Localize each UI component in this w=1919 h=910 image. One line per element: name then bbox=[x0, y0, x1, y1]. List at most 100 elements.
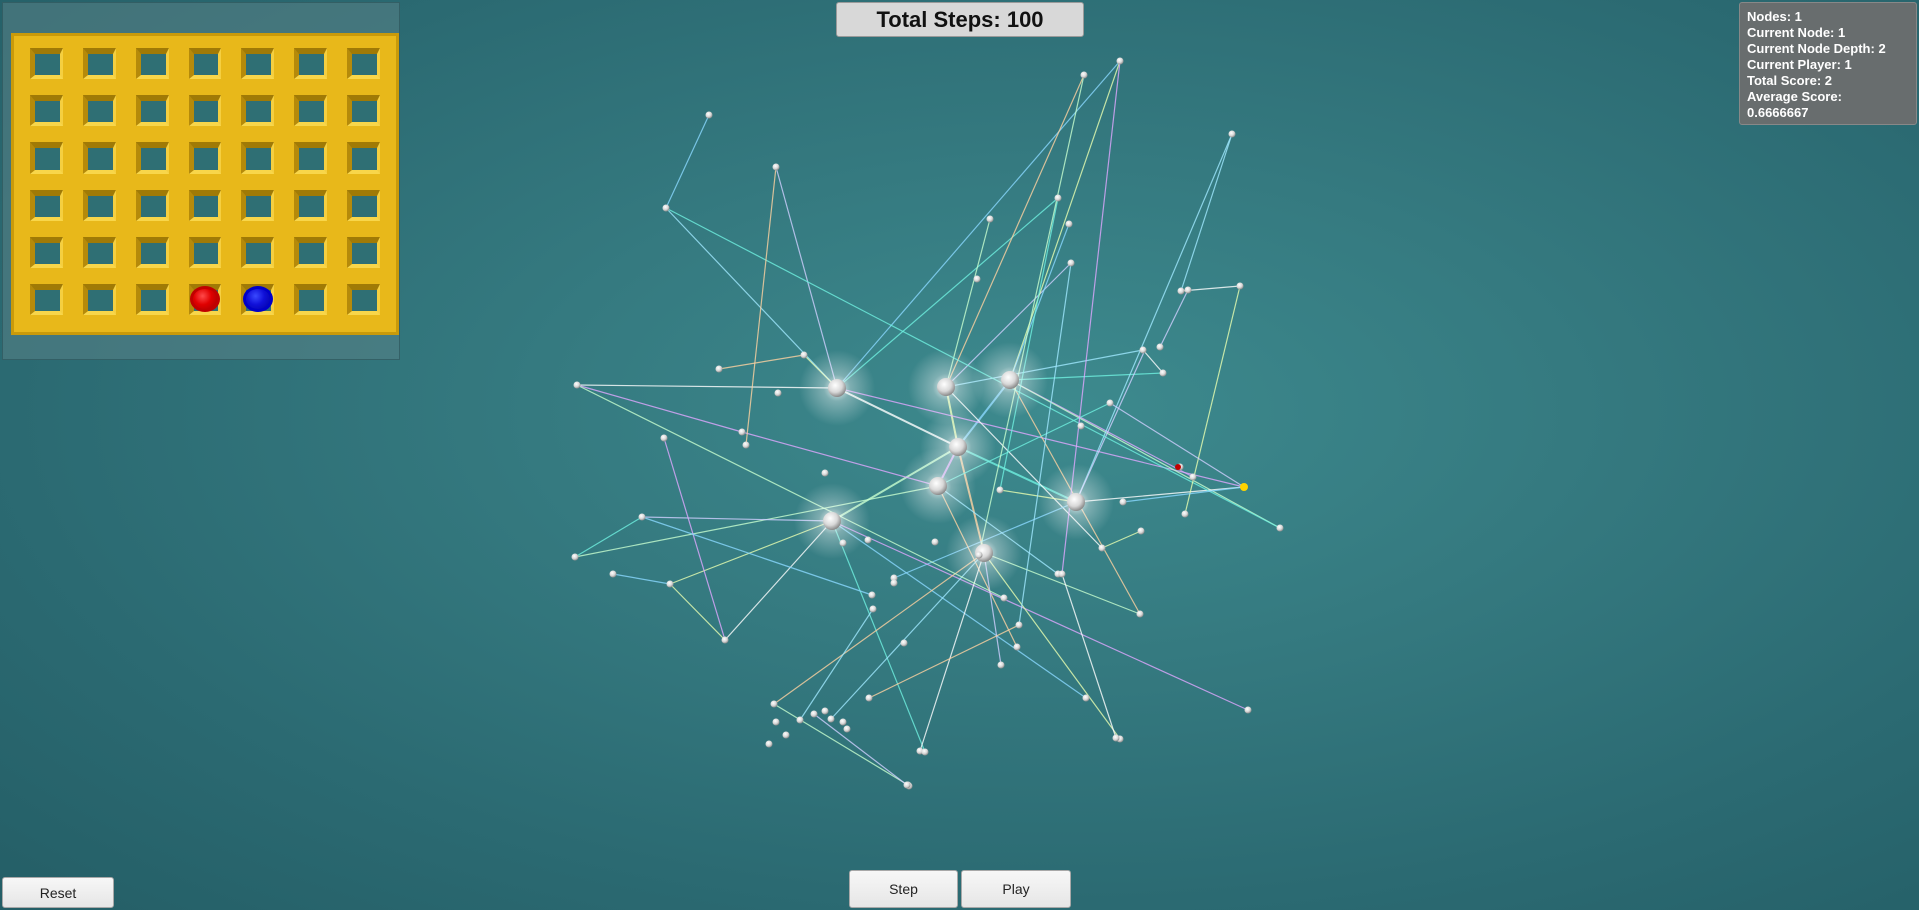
board-cell[interactable] bbox=[231, 183, 284, 230]
tree-node[interactable] bbox=[796, 716, 804, 724]
board-cell[interactable] bbox=[179, 230, 232, 277]
tree-node[interactable] bbox=[929, 477, 947, 495]
tree-node[interactable] bbox=[810, 710, 818, 718]
tree-node[interactable] bbox=[1156, 343, 1164, 351]
red-node-marker[interactable] bbox=[1175, 464, 1181, 470]
board-cell[interactable] bbox=[231, 230, 284, 277]
board-cell[interactable] bbox=[126, 135, 179, 182]
tree-node[interactable] bbox=[996, 486, 1004, 494]
board-cell[interactable] bbox=[284, 277, 337, 324]
reset-button[interactable]: Reset bbox=[2, 877, 114, 908]
tree-node[interactable] bbox=[1159, 369, 1167, 377]
tree-node[interactable] bbox=[1054, 194, 1062, 202]
board-cell[interactable] bbox=[231, 88, 284, 135]
tree-node[interactable] bbox=[1136, 610, 1144, 618]
board-cell[interactable] bbox=[20, 88, 73, 135]
connect-four-board[interactable] bbox=[11, 33, 399, 335]
tree-node[interactable] bbox=[869, 605, 877, 613]
board-cell[interactable] bbox=[126, 88, 179, 135]
tree-node[interactable] bbox=[931, 538, 939, 546]
tree-node[interactable] bbox=[765, 740, 773, 748]
board-cell[interactable] bbox=[20, 230, 73, 277]
board-cell[interactable] bbox=[179, 41, 232, 88]
step-button[interactable]: Step bbox=[849, 870, 958, 908]
tree-node[interactable] bbox=[660, 434, 668, 442]
board-cell[interactable] bbox=[20, 135, 73, 182]
tree-node[interactable] bbox=[662, 204, 670, 212]
tree-node[interactable] bbox=[1189, 473, 1197, 481]
tree-node[interactable] bbox=[890, 579, 898, 587]
board-cell[interactable] bbox=[337, 183, 390, 230]
tree-node[interactable] bbox=[997, 661, 1005, 669]
tree-node[interactable] bbox=[1013, 643, 1021, 651]
tree-node[interactable] bbox=[1119, 498, 1127, 506]
tree-node[interactable] bbox=[1098, 544, 1106, 552]
board-cell[interactable] bbox=[73, 183, 126, 230]
tree-node[interactable] bbox=[609, 570, 617, 578]
tree-node[interactable] bbox=[839, 539, 847, 547]
tree-node[interactable] bbox=[571, 553, 579, 561]
tree-node[interactable] bbox=[823, 512, 841, 530]
board-cell[interactable] bbox=[231, 277, 284, 324]
board-cell[interactable] bbox=[73, 135, 126, 182]
tree-node[interactable] bbox=[738, 428, 746, 436]
board-cell[interactable] bbox=[73, 230, 126, 277]
tree-node[interactable] bbox=[1228, 130, 1236, 138]
board-cell[interactable] bbox=[284, 230, 337, 277]
tree-node[interactable] bbox=[573, 381, 581, 389]
tree-node[interactable] bbox=[1058, 570, 1066, 578]
board-cell[interactable] bbox=[231, 41, 284, 88]
tree-node[interactable] bbox=[705, 111, 713, 119]
board-cell[interactable] bbox=[179, 277, 232, 324]
tree-node[interactable] bbox=[828, 379, 846, 397]
tree-node[interactable] bbox=[1015, 621, 1023, 629]
tree-node[interactable] bbox=[1001, 371, 1019, 389]
board-cell[interactable] bbox=[126, 183, 179, 230]
tree-node[interactable] bbox=[1244, 706, 1252, 714]
tree-node[interactable] bbox=[868, 591, 876, 599]
tree-node[interactable] bbox=[1276, 524, 1284, 532]
tree-node[interactable] bbox=[800, 351, 808, 359]
tree-node[interactable] bbox=[827, 715, 835, 723]
board-cell[interactable] bbox=[20, 277, 73, 324]
board-cell[interactable] bbox=[337, 41, 390, 88]
board-cell[interactable] bbox=[284, 183, 337, 230]
board-cell[interactable] bbox=[179, 135, 232, 182]
board-cell[interactable] bbox=[73, 41, 126, 88]
board-cell[interactable] bbox=[337, 88, 390, 135]
board-cell[interactable] bbox=[337, 135, 390, 182]
board-cell[interactable] bbox=[284, 88, 337, 135]
tree-node[interactable] bbox=[937, 378, 955, 396]
tree-node[interactable] bbox=[975, 551, 983, 559]
tree-node[interactable] bbox=[1077, 422, 1085, 430]
tree-node[interactable] bbox=[774, 389, 782, 397]
tree-node[interactable] bbox=[921, 748, 929, 756]
board-cell[interactable] bbox=[20, 183, 73, 230]
board-cell[interactable] bbox=[179, 88, 232, 135]
tree-node[interactable] bbox=[1181, 510, 1189, 518]
board-cell[interactable] bbox=[337, 230, 390, 277]
tree-node[interactable] bbox=[1080, 71, 1088, 79]
tree-node[interactable] bbox=[1000, 594, 1008, 602]
tree-node[interactable] bbox=[772, 163, 780, 171]
tree-node[interactable] bbox=[843, 725, 851, 733]
tree-node[interactable] bbox=[986, 215, 994, 223]
board-cell[interactable] bbox=[284, 135, 337, 182]
board-cell[interactable] bbox=[179, 183, 232, 230]
tree-node[interactable] bbox=[772, 718, 780, 726]
tree-node[interactable] bbox=[1112, 734, 1120, 742]
tree-node[interactable] bbox=[821, 707, 829, 715]
selected-node-marker[interactable] bbox=[1240, 483, 1248, 491]
board-cell[interactable] bbox=[73, 88, 126, 135]
tree-node[interactable] bbox=[1139, 346, 1147, 354]
board-cell[interactable] bbox=[284, 41, 337, 88]
board-cell[interactable] bbox=[20, 41, 73, 88]
tree-node[interactable] bbox=[903, 781, 911, 789]
tree-node[interactable] bbox=[1236, 282, 1244, 290]
tree-node[interactable] bbox=[865, 694, 873, 702]
board-cell[interactable] bbox=[126, 277, 179, 324]
tree-node[interactable] bbox=[1065, 220, 1073, 228]
tree-node[interactable] bbox=[782, 731, 790, 739]
board-cell[interactable] bbox=[337, 277, 390, 324]
tree-node[interactable] bbox=[1106, 399, 1114, 407]
